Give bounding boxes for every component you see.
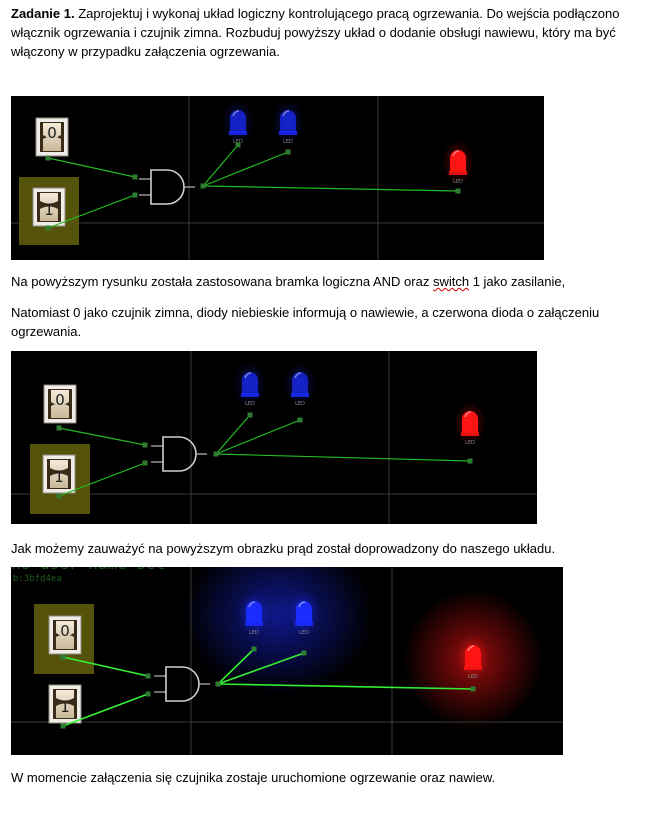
blue-glow bbox=[184, 567, 374, 695]
switch-label: 1 bbox=[60, 698, 70, 716]
connection-pin[interactable] bbox=[200, 183, 206, 189]
connection-pin[interactable] bbox=[45, 155, 51, 161]
circuit-canvas: 0 1 LED LED LED bbox=[11, 351, 537, 524]
circuit-screenshot-1: 0 1 LED LED LED bbox=[11, 96, 544, 260]
led-icon bbox=[242, 372, 258, 394]
switch-label: 1 bbox=[44, 201, 54, 219]
caption-4: W momencie załączenia się czujnika zosta… bbox=[11, 770, 496, 785]
connection-pin[interactable] bbox=[60, 723, 66, 729]
connection-pin[interactable] bbox=[132, 192, 138, 198]
connection-pin[interactable] bbox=[132, 174, 138, 180]
led-label: LED bbox=[453, 179, 463, 185]
switch-bottom[interactable]: 1 bbox=[32, 187, 66, 227]
connection-pin[interactable] bbox=[285, 149, 291, 155]
connection-pin[interactable] bbox=[251, 646, 257, 652]
led-red[interactable]: LED bbox=[454, 401, 486, 446]
led-icon bbox=[450, 150, 466, 172]
switch-bottom[interactable]: 1 bbox=[42, 454, 76, 494]
circuit-canvas: no user name setb:3bfd4ea 0 1 LED LED LED bbox=[11, 567, 563, 755]
connection-pin[interactable] bbox=[56, 425, 62, 431]
led-label: LED bbox=[283, 139, 293, 145]
led-icon bbox=[292, 372, 308, 394]
led-blue-2[interactable]: LED bbox=[272, 100, 304, 145]
led-blue-1[interactable]: LED bbox=[222, 100, 254, 145]
and-gate-icon bbox=[150, 169, 185, 205]
led-icon bbox=[296, 601, 312, 623]
connection-pin[interactable] bbox=[142, 442, 148, 448]
led-blue-2[interactable]: LED bbox=[284, 362, 316, 407]
connection-pin[interactable] bbox=[56, 493, 62, 499]
connection-pin[interactable] bbox=[145, 691, 151, 697]
led-label: LED bbox=[295, 401, 305, 407]
led-label: LED bbox=[468, 674, 478, 680]
connection-pin[interactable] bbox=[145, 673, 151, 679]
wire[interactable] bbox=[202, 144, 239, 187]
connection-pin[interactable] bbox=[470, 686, 476, 692]
task-text: Zaprojektuj i wykonaj układ logiczny kon… bbox=[11, 6, 620, 59]
led-red[interactable]: LED bbox=[442, 140, 474, 185]
switch-top[interactable]: 0 bbox=[48, 615, 82, 655]
led-label: LED bbox=[299, 630, 309, 636]
wire[interactable] bbox=[215, 419, 301, 455]
wire[interactable] bbox=[202, 185, 459, 192]
connection-pin[interactable] bbox=[235, 142, 241, 148]
led-label: LED bbox=[245, 401, 255, 407]
connection-pin[interactable] bbox=[467, 458, 473, 464]
overlay-title: no user name set bbox=[11, 567, 165, 573]
switch-label: 0 bbox=[55, 391, 65, 409]
caption-3: Jak możemy zauważyć na powyższym obrazku… bbox=[11, 541, 556, 556]
and-gate[interactable] bbox=[139, 169, 195, 205]
switch-top[interactable]: 0 bbox=[43, 384, 77, 424]
connection-pin[interactable] bbox=[455, 188, 461, 194]
led-blue-1[interactable]: LED bbox=[234, 362, 266, 407]
connection-pin[interactable] bbox=[297, 417, 303, 423]
circuit-canvas: 0 1 LED LED LED bbox=[11, 96, 544, 260]
led-icon bbox=[280, 110, 296, 132]
connection-pin[interactable] bbox=[60, 654, 66, 660]
connection-pin[interactable] bbox=[45, 225, 51, 231]
connection-pin[interactable] bbox=[247, 412, 253, 418]
switch-top[interactable]: 0 bbox=[35, 117, 69, 157]
connection-pin[interactable] bbox=[213, 451, 219, 457]
switch-label: 0 bbox=[47, 124, 57, 142]
switch-bottom[interactable]: 1 bbox=[48, 684, 82, 724]
connection-pin[interactable] bbox=[301, 650, 307, 656]
wire[interactable] bbox=[58, 427, 146, 446]
and-gate-icon bbox=[165, 666, 200, 702]
circuit-screenshot-2: 0 1 LED LED LED bbox=[11, 351, 537, 524]
spellcheck-flagged-word: switch bbox=[432, 274, 470, 289]
overlay-subtitle: b:3bfd4ea bbox=[13, 574, 62, 584]
wire[interactable] bbox=[215, 414, 251, 455]
caption-2: Natomiast 0 jako czujnik zimna, diody ni… bbox=[11, 305, 600, 339]
led-icon bbox=[462, 411, 478, 433]
led-label: LED bbox=[249, 630, 259, 636]
and-gate[interactable] bbox=[154, 666, 210, 702]
led-icon bbox=[230, 110, 246, 132]
wire[interactable] bbox=[215, 453, 471, 462]
circuit-screenshot-3: no user name setb:3bfd4ea 0 1 LED LED LED bbox=[11, 567, 563, 755]
led-icon bbox=[246, 601, 262, 623]
task-paragraph: Zadanie 1. Zaprojektuj i wykonaj układ l… bbox=[11, 4, 631, 61]
connection-pin[interactable] bbox=[215, 681, 221, 687]
task-label: Zadanie 1. bbox=[11, 6, 75, 21]
led-icon bbox=[465, 645, 481, 667]
caption-1: Na powyższym rysunku została zastosowana… bbox=[11, 274, 566, 289]
switch-label: 1 bbox=[54, 468, 64, 486]
switch-label: 0 bbox=[60, 622, 70, 640]
led-label: LED bbox=[465, 440, 475, 446]
wire[interactable] bbox=[47, 157, 136, 178]
connection-pin[interactable] bbox=[142, 460, 148, 466]
and-gate[interactable] bbox=[151, 436, 207, 472]
wire[interactable] bbox=[202, 151, 289, 187]
